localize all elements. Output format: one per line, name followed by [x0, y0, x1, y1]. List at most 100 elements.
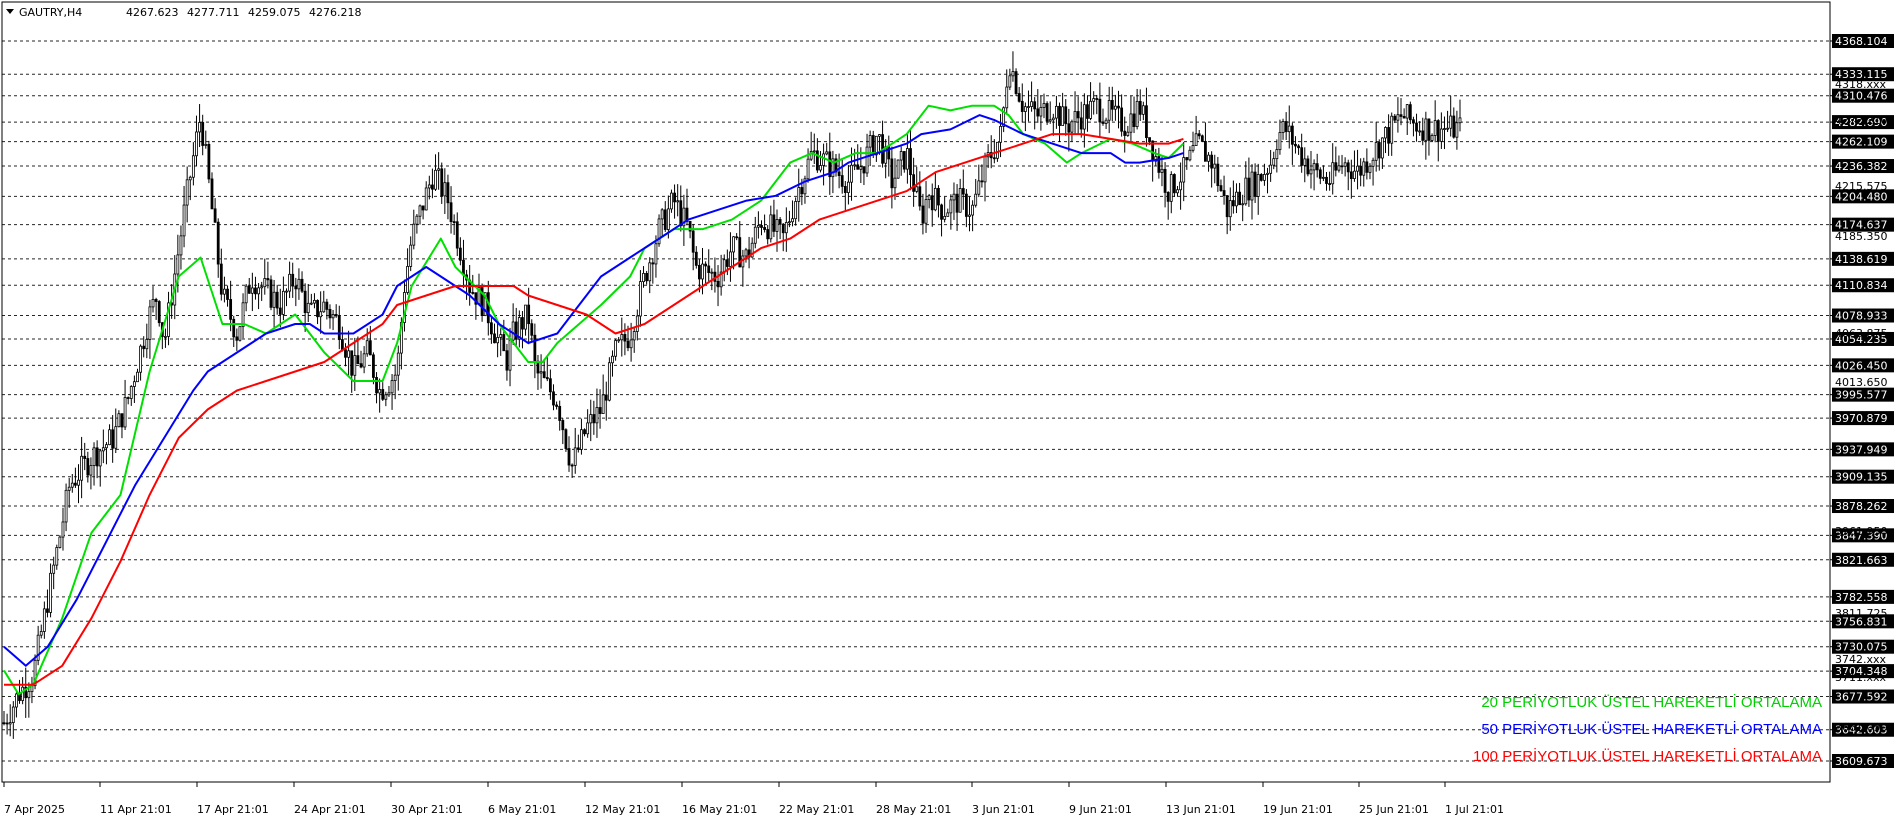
candle-body	[1104, 119, 1108, 124]
candle-body	[1089, 100, 1092, 119]
candle-body	[766, 229, 770, 240]
candle-body	[1039, 106, 1043, 117]
candle-body	[247, 285, 251, 294]
candle-body	[871, 135, 875, 156]
minor-price-label: 3661.050	[1835, 721, 1888, 734]
candle-body	[340, 339, 344, 350]
candle-body	[859, 166, 863, 170]
candle-body	[940, 204, 943, 220]
candle-body	[1070, 121, 1074, 133]
candle-body	[1340, 165, 1344, 168]
candle-body	[294, 285, 298, 290]
time-label: 11 Apr 21:01	[100, 803, 172, 816]
candle-body	[1263, 174, 1266, 181]
candle-body	[42, 608, 46, 632]
candle-body	[362, 353, 366, 368]
candle-body	[316, 299, 319, 318]
candle-body	[912, 174, 916, 192]
candle-body	[576, 447, 580, 450]
candle-body	[921, 205, 925, 224]
candle-body	[1120, 107, 1124, 132]
candle-body	[1058, 105, 1061, 126]
price-label: 4236.382	[1835, 160, 1888, 173]
candle-body	[1079, 117, 1083, 130]
candle-body	[123, 397, 127, 428]
candle-body	[297, 278, 301, 290]
candle-body	[434, 169, 437, 190]
candle-body	[1194, 133, 1198, 146]
candle-body	[359, 363, 363, 368]
candle-body	[8, 722, 12, 725]
candle-body	[614, 340, 617, 357]
candle-body	[291, 273, 295, 287]
candle-body	[508, 339, 512, 371]
candle-body	[132, 381, 136, 387]
candle-body	[915, 186, 919, 192]
candle-body	[337, 315, 341, 340]
candle-body	[974, 193, 978, 206]
candle-body	[1318, 169, 1322, 179]
candle-body	[806, 158, 810, 180]
candle-body	[533, 334, 537, 362]
candle-body	[1042, 103, 1046, 108]
candle-body	[1455, 122, 1459, 138]
candle-body	[431, 184, 434, 190]
candle-body	[1412, 119, 1415, 124]
candle-body	[288, 273, 292, 292]
candle-body	[1235, 191, 1238, 207]
candle-body	[1145, 105, 1148, 138]
candle-body	[558, 405, 562, 421]
candle-body	[874, 135, 878, 156]
candle-body	[49, 572, 52, 613]
candle-body	[961, 188, 965, 195]
candle-body	[136, 371, 139, 383]
candle-body	[1433, 120, 1437, 136]
candle-body	[878, 134, 881, 137]
candle-body	[328, 308, 332, 319]
candle-body	[930, 195, 934, 211]
candle-body	[263, 278, 267, 288]
candle-body	[421, 205, 425, 211]
candle-body	[1179, 181, 1182, 191]
candle-body	[213, 208, 217, 223]
candle-body	[226, 288, 229, 300]
candle-body	[210, 178, 214, 210]
candle-body	[322, 301, 326, 313]
candle-body	[788, 221, 791, 224]
candle-body	[865, 146, 869, 174]
candle-body	[1256, 174, 1260, 197]
candle-body	[924, 199, 928, 224]
candle-body	[632, 331, 636, 341]
legend-ema100: 100 PERİYOTLUK ÜSTEL HAREKETLİ ORTALAMA	[1473, 747, 1822, 765]
candle-body	[1176, 189, 1179, 194]
candle-body	[269, 279, 273, 308]
candle-body	[663, 209, 667, 230]
candle-body	[511, 321, 515, 341]
candle-body	[548, 378, 552, 393]
candle-body	[282, 290, 285, 315]
candle-body	[552, 391, 555, 406]
candle-body	[368, 340, 372, 356]
candle-body	[272, 291, 276, 308]
candle-body	[589, 414, 593, 424]
candle-body	[390, 380, 394, 394]
candle-body	[1359, 165, 1363, 176]
candle-body	[55, 547, 59, 566]
candle-body	[1045, 103, 1049, 122]
candle-body	[1303, 158, 1307, 166]
candle-body	[58, 536, 62, 548]
minor-price-label: 4185.350	[1835, 230, 1888, 243]
candle-body	[1210, 154, 1214, 169]
candle-body	[1415, 122, 1418, 132]
price-axis: 4368.1044333.1154310.4764282.6904262.109…	[1830, 34, 1894, 768]
candle-body	[462, 259, 465, 276]
candle-body	[604, 394, 608, 401]
candle-body	[126, 397, 130, 399]
candle-body	[139, 345, 142, 373]
candle-body	[95, 447, 99, 467]
candle-body	[843, 186, 847, 193]
candle-body	[1365, 161, 1369, 173]
candle-body	[1241, 203, 1245, 206]
candle-body	[1166, 192, 1170, 202]
candle-body	[775, 219, 779, 232]
